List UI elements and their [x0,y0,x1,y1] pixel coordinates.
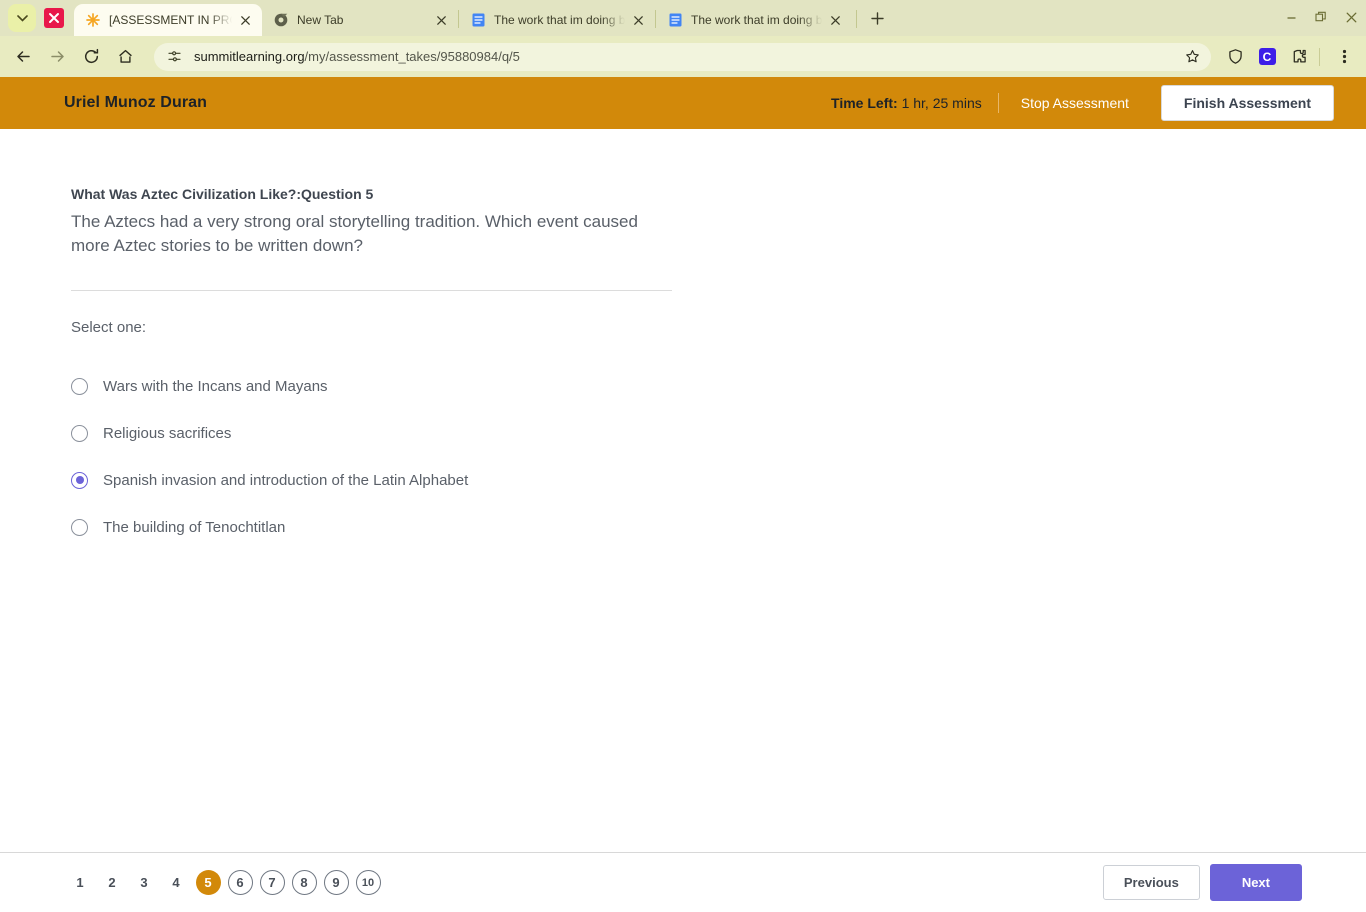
page-button-8[interactable]: 8 [291,870,317,895]
answer-option-2[interactable]: Religious sacrifices [71,410,671,457]
page-button-4[interactable]: 4 [160,869,192,897]
next-button[interactable]: Next [1209,864,1302,901]
google-docs-icon [470,12,486,28]
three-dot-menu-icon[interactable] [1330,43,1358,71]
page-button-10[interactable]: 10 [355,870,381,895]
extension-c-icon[interactable]: C [1253,43,1281,71]
question-pagination: 1 2 3 4 5 6 7 8 9 10 [64,869,384,897]
bookmark-star-icon[interactable] [1179,44,1205,70]
browser-tab-new-tab[interactable]: New Tab [262,4,458,36]
footer-navigation: Previous Next [1102,864,1302,901]
browser-tab-docs-1[interactable]: The work that im doing becaus [459,4,655,36]
radio-button-1[interactable] [71,377,88,395]
select-one-label: Select one: [71,318,147,336]
tab-close-icon[interactable] [629,11,647,29]
toolbar-divider [1319,47,1320,66]
answer-option-4[interactable]: The building of Tenochtitlan [71,504,671,551]
tab-divider [856,10,857,28]
question-wrapper: What Was Aztec Civilization Like?:Questi… [71,186,672,551]
radio-button-3-selected[interactable] [71,471,88,489]
answer-option-label: Wars with the Incans and Mayans [103,377,328,395]
answer-option-3[interactable]: Spanish invasion and introduction of the… [71,457,671,504]
answer-option-label: Religious sacrifices [103,424,232,442]
page-button-6[interactable]: 6 [227,870,253,895]
finish-assessment-button[interactable]: Finish Assessment [1160,85,1334,121]
shield-icon[interactable] [1221,43,1249,71]
question-title: What Was Aztec Civilization Like?:Questi… [71,186,374,202]
chrome-icon [273,12,289,28]
browser-window: [ASSESSMENT IN PROGRESS] S New Tab [0,0,1366,912]
extension-c-label: C [1258,48,1276,65]
answer-options: Wars with the Incans and Mayans Religiou… [71,363,671,551]
tab-title: The work that im doing becaus [691,13,822,27]
new-tab-button[interactable] [864,5,890,31]
radio-button-4[interactable] [71,518,88,536]
home-icon[interactable] [110,42,140,72]
radio-button-2[interactable] [71,424,88,442]
tab-title: The work that im doing becaus [494,13,625,27]
browser-toolbar: summitlearning.org/my/assessment_takes/9… [0,36,1366,77]
page-button-5-current[interactable]: 5 [195,870,221,895]
extension-icon-red[interactable] [44,8,64,28]
student-name: Uriel Munoz Duran [64,94,208,111]
answer-option-1[interactable]: Wars with the Incans and Mayans [71,363,671,410]
forward-arrow-icon[interactable] [42,42,72,72]
address-bar-url: summitlearning.org/my/assessment_takes/9… [194,49,1179,64]
page-button-1[interactable]: 1 [64,869,96,897]
tab-title: [ASSESSMENT IN PROGRESS] S [109,13,232,27]
url-path: /my/assessment_takes/95880984/q/5 [304,49,520,64]
tab-title: New Tab [297,13,344,27]
header-divider [997,93,999,113]
stop-assessment-button[interactable]: Stop Assessment [1015,91,1135,115]
browser-tab-active[interactable]: [ASSESSMENT IN PROGRESS] S [74,4,262,36]
page-button-2[interactable]: 2 [96,869,128,897]
time-left-label: Time Left: [831,95,898,111]
tab-close-icon[interactable] [432,11,450,29]
tab-close-icon[interactable] [826,11,844,29]
previous-button[interactable]: Previous [1102,865,1200,900]
time-left-value: 1 hr, 25 mins [897,95,982,111]
browser-tab-docs-2[interactable]: The work that im doing becaus [656,4,852,36]
google-docs-icon [667,12,683,28]
sun-asterisk-icon [85,12,101,28]
window-controls [1276,0,1366,34]
back-arrow-icon[interactable] [8,42,38,72]
question-content: What Was Aztec Civilization Like?:Questi… [0,129,1366,912]
address-bar[interactable]: summitlearning.org/my/assessment_takes/9… [154,42,1211,71]
header-actions: Time Left: 1 hr, 25 mins Stop Assessment… [831,85,1334,121]
puzzle-piece-icon[interactable] [1285,43,1313,71]
url-host: summitlearning.org [194,49,305,64]
assessment-footer: 1 2 3 4 5 6 7 8 9 10 Previous Next [0,852,1366,912]
minimize-icon[interactable] [1276,0,1306,34]
close-window-icon[interactable] [1336,0,1366,34]
site-settings-icon[interactable] [164,47,184,67]
question-divider [71,289,672,291]
question-body: The Aztecs had a very strong oral storyt… [71,212,638,256]
assessment-header: Uriel Munoz Duran Time Left: 1 hr, 25 mi… [0,77,1366,129]
page-button-7[interactable]: 7 [259,870,285,895]
tab-close-icon[interactable] [236,11,254,29]
tab-search-chevron-down-icon[interactable] [8,4,36,32]
reload-icon[interactable] [76,42,106,72]
page-button-9[interactable]: 9 [323,870,349,895]
time-left: Time Left: 1 hr, 25 mins [831,95,982,111]
tab-strip: [ASSESSMENT IN PROGRESS] S New Tab [0,0,1366,36]
page-viewport: Uriel Munoz Duran Time Left: 1 hr, 25 mi… [0,77,1366,912]
answer-option-label: The building of Tenochtitlan [103,518,286,536]
answer-option-label: Spanish invasion and introduction of the… [103,471,469,489]
page-button-3[interactable]: 3 [128,869,160,897]
maximize-restore-icon[interactable] [1306,0,1336,34]
